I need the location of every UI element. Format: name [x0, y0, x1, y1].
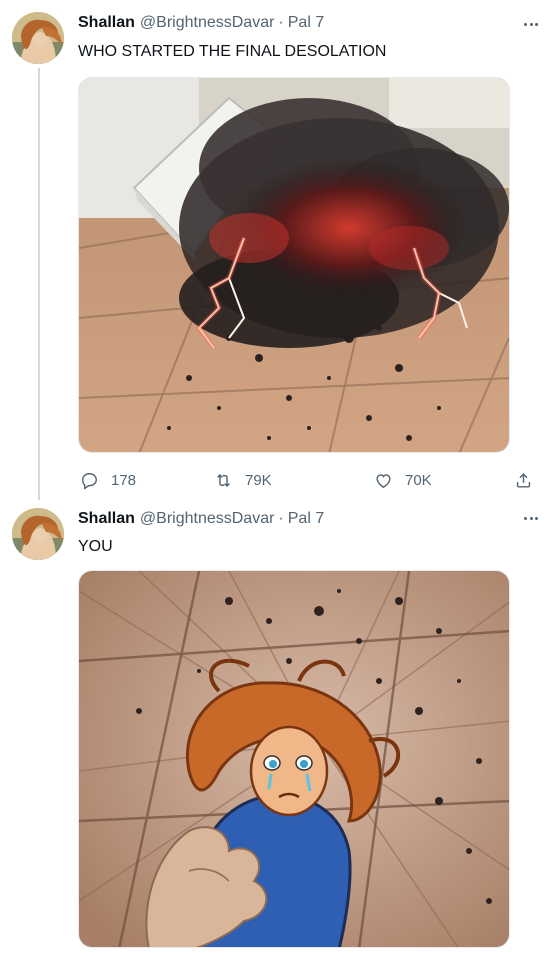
tweet-header: Shallan @BrightnessDavar · Pal 7 [78, 12, 324, 34]
separator-dot: · [278, 14, 284, 31]
reply-icon [82, 472, 97, 490]
avatar-painting-icon [12, 12, 64, 64]
tweet-text: WHO STARTED THE FINAL DESOLATION [78, 43, 387, 60]
tweet-image-cartoon-girl[interactable] [78, 570, 510, 948]
separator-dot: · [278, 510, 284, 527]
like-count: 70K [405, 471, 432, 489]
tweet-date[interactable]: Pal 7 [288, 14, 324, 32]
photo-icon [79, 571, 509, 947]
more-options-icon[interactable] [524, 510, 538, 526]
retweet-icon [217, 473, 230, 487]
tweet[interactable]: Shallan @BrightnessDavar · Pal 7 WHO STA… [0, 0, 552, 500]
tweet-actions: 178 79K 70K [78, 468, 540, 492]
tweet-date[interactable]: Pal 7 [288, 510, 324, 528]
tweet-image-storm-cloud[interactable] [78, 77, 510, 453]
avatar[interactable] [12, 12, 64, 64]
tweet-text: YOU [78, 538, 113, 555]
retweet-count: 79K [245, 471, 272, 489]
thread-connector-line [38, 68, 40, 500]
user-handle[interactable]: @BrightnessDavar [140, 14, 275, 32]
avatar-painting-icon [12, 508, 64, 560]
display-name[interactable]: Shallan [78, 14, 135, 32]
avatar[interactable] [12, 508, 64, 560]
tweet[interactable]: Shallan @BrightnessDavar · Pal 7 YOU [0, 500, 552, 960]
reply-button[interactable]: 178 [80, 468, 136, 492]
reply-count: 178 [111, 471, 137, 489]
photo-icon [79, 78, 509, 452]
like-button[interactable]: 70K [374, 468, 432, 492]
display-name[interactable]: Shallan [78, 510, 135, 528]
retweet-button[interactable]: 79K [214, 468, 272, 492]
share-button[interactable] [514, 468, 533, 492]
more-options-icon[interactable] [524, 16, 538, 32]
heart-icon [376, 473, 391, 488]
share-icon [516, 472, 531, 488]
tweet-header: Shallan @BrightnessDavar · Pal 7 [78, 508, 324, 530]
user-handle[interactable]: @BrightnessDavar [140, 510, 275, 528]
